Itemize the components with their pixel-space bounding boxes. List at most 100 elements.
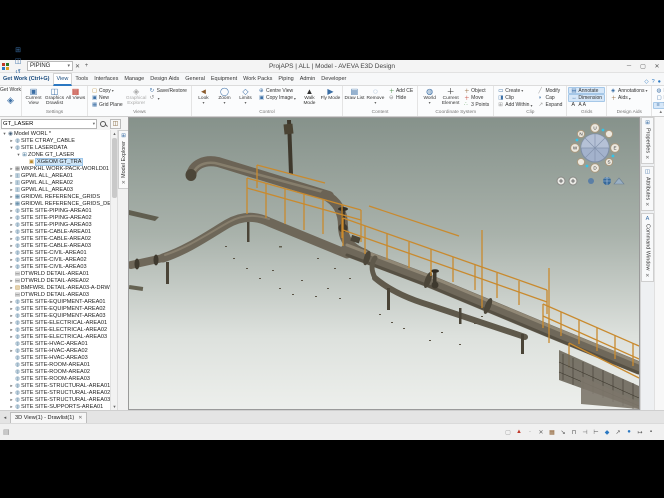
chevron-down-icon[interactable]: ▾ (112, 88, 114, 93)
button-create[interactable]: ▭Create▾ (495, 87, 535, 94)
tree-item-gpwl-all-area03[interactable]: ▸▥GPWL ALL_AREA03 (0, 186, 110, 193)
search-icon[interactable] (99, 120, 107, 128)
button-save-restore[interactable]: ↻Save/Restore (147, 87, 190, 94)
tree-item-site-site-equipment-area03[interactable]: ▸◍SITE SITE-EQUIPMENT-AREA03 (0, 312, 110, 319)
nav-west-label[interactable]: W (573, 146, 578, 151)
status-icon-14[interactable]: ▪ (646, 427, 656, 437)
button-3-points[interactable]: ∴3 Points (461, 102, 492, 109)
button-add-within[interactable]: ⊞Add Within▾ (495, 102, 535, 109)
button-world[interactable]: ◍World▾ (419, 86, 440, 105)
status-icon-12[interactable]: ● (624, 427, 634, 437)
style-icon[interactable]: ◇ (644, 79, 648, 85)
tree-item-site-site-equipment-area02[interactable]: ▸◍SITE SITE-EQUIPMENT-AREA02 (0, 305, 110, 312)
button-a-a[interactable]: AA A (568, 102, 605, 109)
button-blank[interactable]: ↺▾ (147, 94, 190, 101)
find-button[interactable]: ◫ (110, 119, 121, 129)
button-new[interactable]: ▣New (89, 94, 126, 101)
button-fly-mode[interactable]: ▶Fly Mode (320, 86, 341, 101)
monitors-icon[interactable]: ◫ (13, 55, 23, 66)
tree-item-site-site-room-area03[interactable]: ◍SITE SITE-ROOM-AREA03 (0, 375, 110, 382)
close-icon[interactable]: ✕ (121, 180, 125, 186)
tree-item-site-site-equipment-area01[interactable]: ▸◍SITE SITE-EQUIPMENT-AREA01 (0, 298, 110, 305)
tree-item-site-site-piping-area03[interactable]: ▸◍SITE SITE-PIPING-AREA03 (0, 221, 110, 228)
ribbon-tab-developer[interactable]: Developer (318, 74, 349, 84)
tree-item-dtwrld-detail-area03[interactable]: ▤DTWRLD DETAIL-AREA03 (0, 291, 110, 298)
button-look[interactable]: ◄Look▾ (193, 86, 214, 105)
get-work-button[interactable]: ◈ (7, 95, 14, 106)
status-icon-8[interactable]: ⊣ (580, 427, 590, 437)
ribbon-tab-view[interactable]: View (53, 73, 73, 86)
button-centre-view[interactable]: ⊕Centre View (256, 87, 299, 94)
chevron-down-icon[interactable]: ▾ (223, 101, 225, 105)
tree-item-site-site-structural-area02[interactable]: ▸◍SITE SITE-STRUCTURAL-AREA02 (0, 389, 110, 396)
button-walk-mode[interactable]: ▲Walk Mode (299, 86, 320, 106)
chevron-down-icon[interactable]: ▾ (521, 88, 523, 93)
tree-item-site-site-hvac-area03[interactable]: ◍SITE SITE-HVAC-AREA03 (0, 354, 110, 361)
tree-item-site-site-supports-area01[interactable]: ▸◍SITE SITE-SUPPORTS-AREA01 (0, 403, 110, 410)
button-limits[interactable]: ◇Limits▾ (235, 86, 256, 105)
chevron-down-icon[interactable]: ▾ (530, 103, 532, 108)
tree-item-site-site-hvac-area01[interactable]: ◍SITE SITE-HVAC-AREA01 (0, 340, 110, 347)
button-current-view[interactable]: ▣Current View (23, 86, 44, 106)
windows-icon[interactable]: ⊞ (13, 44, 23, 55)
button-move[interactable]: ＋Move (461, 94, 492, 101)
ribbon-tab-tools[interactable]: Tools (72, 74, 91, 84)
button-annotate[interactable]: ▤Annotate (568, 87, 605, 94)
tree-item-site-site-structural-area01[interactable]: ▸◍SITE SITE-STRUCTURAL-AREA01 (0, 382, 110, 389)
status-icon-13[interactable]: ↦ (635, 427, 645, 437)
button-graphical-explorer[interactable]: ◈Graphical Explorer (126, 86, 147, 106)
button-current-element[interactable]: ＋Current Element (440, 86, 461, 106)
tree-item-gridwl-reference-grids-detail[interactable]: ▸▦GRIDWL REFERENCE_GRIDS_DETAIL (0, 200, 110, 207)
close-icon[interactable]: ✕ (645, 273, 649, 279)
status-icon-10[interactable]: ◆ (602, 427, 612, 437)
tree-item-site-ctray-cable[interactable]: ▸◍SITE CTRAY_CABLE (0, 137, 110, 144)
ribbon-tab-manage[interactable]: Manage (121, 74, 147, 84)
tree-item-site-site-hvac-area02[interactable]: ▸◍SITE SITE-HVAC-AREA02 (0, 347, 110, 354)
tree-item-site-site-electrical-area01[interactable]: ▸◍SITE SITE-ELECTRICAL-AREA01 (0, 319, 110, 326)
tree-item-site-laserdata[interactable]: ▾◍SITE LASERDATA (0, 144, 110, 151)
close-button[interactable]: ✕ (650, 60, 664, 73)
tab-3d-view[interactable]: 3D View(1) - Drawlist(1) ✕ (10, 412, 87, 423)
tab-scroll-left-icon[interactable]: ◂ (0, 412, 10, 423)
ribbon-collapse-icon[interactable]: ▴ (659, 109, 662, 115)
tree-item-site-site-cable-area01[interactable]: ▸◍SITE SITE-CABLE-AREA01 (0, 228, 110, 235)
chevron-down-icon[interactable]: ▾ (629, 96, 631, 101)
button-add-ce[interactable]: ＋Add CE (386, 87, 416, 94)
status-icon-1[interactable]: ▢ (503, 427, 513, 437)
close-icon[interactable]: ✕ (78, 415, 82, 421)
chevron-down-icon[interactable]: ▾ (158, 96, 160, 101)
status-icon-7[interactable]: ⊓ (569, 427, 579, 437)
tree-item-site-site-cable-area03[interactable]: ▸◍SITE SITE-CABLE-AREA03 (0, 242, 110, 249)
search-input[interactable] (3, 121, 87, 127)
chevron-down-icon[interactable]: ▾ (429, 101, 431, 105)
close-icon[interactable]: ✕ (645, 202, 649, 208)
maximize-button[interactable]: ▢ (636, 60, 650, 73)
tree-item-bmfwrl-detail-area03-a-drwg[interactable]: ▸▧BMFWRL DETAIL-AREA03-A-DRWG (0, 284, 110, 291)
status-message-icon[interactable]: ▤ (3, 428, 10, 436)
button-expand[interactable]: ↗Expand (535, 102, 565, 109)
ribbon-tab-design-aids[interactable]: Design Aids (147, 74, 182, 84)
chevron-down-icon[interactable]: ▾ (645, 88, 647, 93)
chevron-down-icon[interactable]: ▾ (294, 96, 296, 101)
chevron-down-icon[interactable]: ▾ (244, 101, 246, 105)
help-icon[interactable]: ? (652, 79, 655, 85)
ribbon-tab-piping[interactable]: Piping (275, 74, 296, 84)
status-icon-6[interactable]: ↘ (558, 427, 568, 437)
close-icon[interactable]: ✕ (645, 155, 649, 161)
minimize-button[interactable]: ─ (622, 60, 636, 73)
chevron-down-icon[interactable]: ▾ (202, 101, 204, 105)
tree-item-site-site-piping-area02[interactable]: ▸◍SITE SITE-PIPING-AREA02 (0, 214, 110, 221)
nav-east-label[interactable]: E (613, 146, 616, 151)
tree-item-site-site-civil-area02[interactable]: ▸◍SITE SITE-CIVIL-AREA02 (0, 256, 110, 263)
tree-item-xgeom-gt-tra[interactable]: ▣XGEOM GT_TRA (0, 158, 110, 165)
button-graphics-drawlist[interactable]: ◫Graphics Drawlist (44, 86, 65, 106)
tab-command-window[interactable]: ACommand Window✕ (641, 213, 654, 281)
tree-item-site-site-room-area02[interactable]: ◍SITE SITE-ROOM-AREA02 (0, 368, 110, 375)
button-all-views[interactable]: ▦All Views (65, 86, 86, 101)
tree-item-model-worl-[interactable]: ▾◉Model WORL * (0, 130, 110, 137)
button-cap[interactable]: ◗Cap (535, 94, 565, 101)
status-icon-4[interactable]: ✕ (536, 427, 546, 437)
chevron-down-icon[interactable]: ▾ (374, 101, 376, 105)
tree-item-dtwrld-detail-area01[interactable]: ▤DTWRLD DETAIL-AREA01 (0, 270, 110, 277)
button-remove[interactable]: ◌Remove▾ (365, 86, 386, 105)
